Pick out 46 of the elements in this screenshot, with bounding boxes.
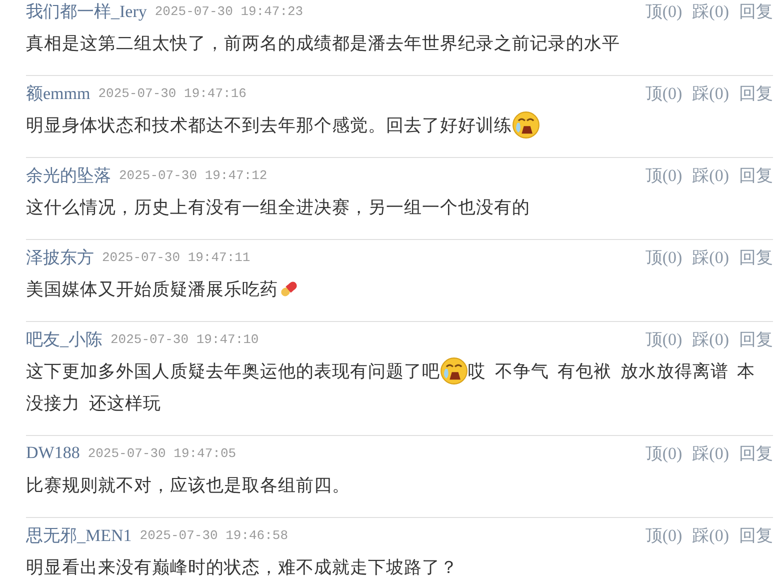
comment-text: 哎 不争气 有包袱 放水放得离谱 本 bbox=[468, 360, 755, 383]
comment-action-link[interactable]: 踩(0) bbox=[692, 524, 729, 546]
comment-action-link[interactable]: 顶(0) bbox=[645, 328, 682, 350]
comment-action-link[interactable]: 踩(0) bbox=[692, 164, 729, 186]
comment-action-link[interactable]: 顶(0) bbox=[645, 246, 682, 268]
username-link[interactable]: DW188 bbox=[26, 443, 80, 463]
username-link[interactable]: 额emmm bbox=[26, 82, 90, 104]
comment-time: 2025-07-30 19:47:23 bbox=[154, 4, 304, 18]
comment-text: 美国媒体又开始质疑潘展乐吃药 bbox=[26, 278, 278, 301]
comment-text: 比赛规则就不对，应该也是取各组前四。 bbox=[26, 474, 350, 497]
comment-action-link[interactable]: 踩(0) bbox=[692, 82, 729, 104]
comment-time: 2025-07-30 19:47:16 bbox=[98, 86, 246, 100]
username-link[interactable]: 思无邪_MEN1 bbox=[26, 524, 132, 546]
comment-action-link[interactable]: 回复 bbox=[739, 82, 773, 104]
comment-action-link[interactable]: 回复 bbox=[739, 328, 773, 350]
comment-action-link[interactable]: 回复 bbox=[739, 0, 773, 22]
comment-time: 2025-07-30 19:46:58 bbox=[140, 528, 288, 542]
comment-text: 没接力 还这样玩 bbox=[26, 392, 161, 415]
comment-time: 2025-07-30 19:47:11 bbox=[102, 250, 250, 264]
comment-time: 2025-07-30 19:47:05 bbox=[88, 446, 236, 460]
comment-text: 这什么情况，历史上有没有一组全进决赛，另一组一个也没有的 bbox=[26, 196, 530, 219]
comment-action-link[interactable]: 踩(0) bbox=[692, 0, 729, 22]
comment-action-link[interactable]: 回复 bbox=[739, 442, 773, 464]
comment-text: 明显看出来没有巅峰时的状态，难不成就走下坡路了？ bbox=[26, 556, 458, 579]
comment-action-link[interactable]: 踩(0) bbox=[692, 328, 729, 350]
comment-action-link[interactable]: 踩(0) bbox=[692, 442, 729, 464]
comment-action-link[interactable]: 回复 bbox=[739, 246, 773, 268]
username-link[interactable]: 吧友_小陈 bbox=[26, 328, 102, 350]
comment-action-link[interactable]: 顶(0) bbox=[645, 524, 682, 546]
comment-action-link[interactable]: 顶(0) bbox=[645, 0, 682, 22]
comment-text: 明显身体状态和技术都达不到去年那个感觉。回去了好好训练 bbox=[26, 114, 512, 137]
comment-time: 2025-07-30 19:47:12 bbox=[119, 168, 268, 182]
comment-action-link[interactable]: 踩(0) bbox=[692, 246, 729, 268]
crying-face-icon bbox=[440, 357, 468, 385]
comment-action-link[interactable]: 顶(0) bbox=[645, 164, 682, 186]
comment-action-link[interactable]: 回复 bbox=[739, 524, 773, 546]
username-link[interactable]: 我们都一样_Iery bbox=[26, 0, 147, 22]
comment-time: 2025-07-30 19:47:10 bbox=[110, 332, 259, 346]
comment-action-link[interactable]: 顶(0) bbox=[645, 82, 682, 104]
comment-text: 真相是这第二组太快了，前两名的成绩都是潘去年世界纪录之前记录的水平 bbox=[26, 32, 620, 55]
crying-face-icon bbox=[512, 111, 540, 139]
username-link[interactable]: 余光的坠落 bbox=[26, 164, 111, 186]
comment-action-link[interactable]: 回复 bbox=[739, 164, 773, 186]
comment-action-link[interactable]: 顶(0) bbox=[645, 442, 682, 464]
comment-text: 这下更加多外国人质疑去年奥运他的表现有问题了吧 bbox=[26, 360, 440, 383]
username-link[interactable]: 泽披东方 bbox=[26, 246, 94, 268]
